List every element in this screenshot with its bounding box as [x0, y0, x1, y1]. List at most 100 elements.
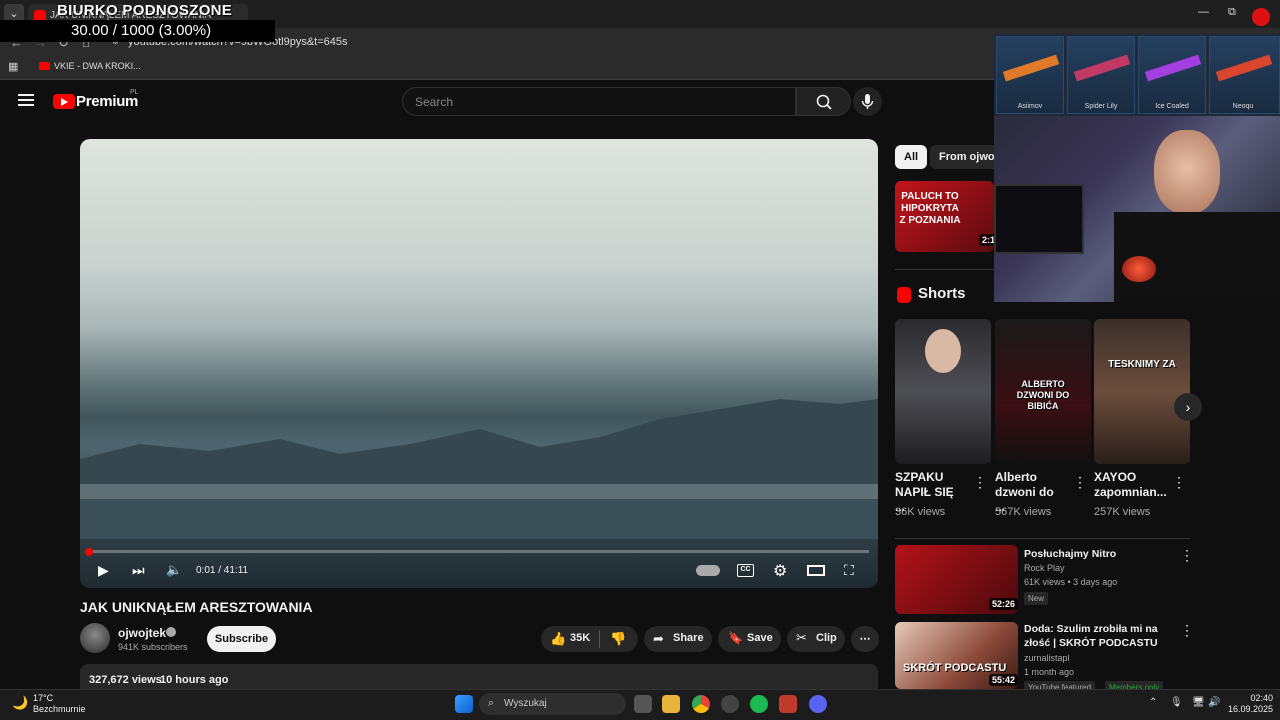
short-menu-icon[interactable]: ⋮: [1073, 474, 1087, 491]
thumbnail-caption: PALUCH TO HIPOKRYTA Z POZNANIA: [899, 191, 961, 226]
hamburger-menu-icon[interactable]: [18, 94, 34, 106]
start-windows-icon[interactable]: [455, 695, 473, 713]
recommendation-meta: 61K views • 3 days ago: [1024, 577, 1118, 587]
next-icon[interactable]: ⏭: [132, 562, 145, 579]
progress-bar[interactable]: [88, 550, 869, 553]
recommendation-menu-icon[interactable]: ⋮: [1180, 547, 1194, 564]
play-icon[interactable]: ▶: [98, 562, 109, 579]
search-icon: ⌕: [488, 697, 495, 709]
recommendation-channel[interactable]: zurnalistapl: [1024, 653, 1070, 663]
stream-goal-counter: 30.00 / 1000 (3.00%): [71, 22, 212, 39]
recommendation-meta: 1 month ago: [1024, 667, 1075, 677]
short-menu-icon[interactable]: ⋮: [973, 474, 987, 491]
chrome-icon[interactable]: [692, 695, 710, 713]
chip-all[interactable]: All: [895, 145, 928, 169]
clock-time[interactable]: 02:40: [1233, 693, 1273, 703]
streamer-webcam: [994, 116, 1280, 302]
share-label: Share: [673, 632, 704, 644]
like-divider: [599, 630, 600, 648]
short-caption: TESKNIMY ZA: [1108, 359, 1176, 370]
weather-temperature[interactable]: 17°C: [33, 693, 53, 703]
video-title: JAK UNIKNĄŁEM ARESZTOWANIA: [80, 599, 313, 615]
profile-avatar[interactable]: [1252, 8, 1270, 26]
voice-search-button[interactable]: [853, 87, 882, 116]
subtitles-icon[interactable]: CC: [737, 564, 754, 577]
save-label: Save: [747, 632, 773, 644]
dislike-icon[interactable]: 👎: [610, 631, 626, 647]
bookmark-item[interactable]: VKIE - DWA KROKI...: [54, 61, 141, 71]
recommendation-thumbnail[interactable]: 52:26: [895, 545, 1018, 614]
channel-name[interactable]: ojwojtek: [118, 626, 166, 640]
apps-grid-icon[interactable]: ▦: [8, 60, 18, 73]
recommendation-thumbnail[interactable]: PALUCH TO HIPOKRYTA Z POZNANIA 2:1: [895, 181, 994, 252]
skin-name: Ice Coaled: [1155, 103, 1189, 110]
short-title[interactable]: XAYOO zapomnian...: [1094, 470, 1167, 500]
video-duration: 2:1: [979, 234, 994, 246]
recommendation-title[interactable]: Posłuchajmy Nitro: [1024, 547, 1174, 561]
shorts-heading: Shorts: [918, 285, 966, 302]
short-thumbnail[interactable]: ALBERTO DZWONI DO BIBIĆA: [995, 319, 1091, 464]
bookmark-icon: 🔖: [728, 631, 743, 645]
task-view-icon[interactable]: [634, 695, 652, 713]
recommendation-channel[interactable]: Rock Play: [1024, 563, 1065, 573]
weather-moon-icon[interactable]: 🌙: [12, 695, 28, 711]
search-button[interactable]: [796, 87, 851, 116]
verified-icon: [166, 627, 176, 637]
discord-icon[interactable]: [809, 695, 827, 713]
network-icon[interactable]: 🖥: [1192, 697, 1205, 708]
time-display: 0:01 / 41:11: [196, 565, 249, 576]
short-menu-icon[interactable]: ⋮: [1172, 474, 1186, 491]
fullscreen-icon[interactable]: ⛶: [844, 562, 854, 579]
recommendation-thumbnail[interactable]: SKRÓT PODCASTU 55:42: [895, 622, 1018, 689]
thumbnail-caption: SKRÓT PODCASTU: [903, 662, 1007, 674]
video-player[interactable]: [80, 139, 878, 588]
app-icon[interactable]: [721, 695, 739, 713]
more-actions-button[interactable]: ⋯: [851, 626, 879, 652]
scissors-icon: ✂: [796, 630, 807, 645]
tray-chevron-icon[interactable]: ⌃: [1149, 697, 1157, 708]
autoplay-toggle[interactable]: [696, 565, 720, 576]
short-thumbnail[interactable]: TESKNIMY ZA: [1094, 319, 1190, 464]
chip-from-channel[interactable]: From ojwojt: [930, 145, 994, 169]
volume-icon[interactable]: 🔈: [166, 562, 182, 578]
rifle-skin-icon: [1002, 54, 1060, 82]
clock-date[interactable]: 16.09.2025: [1220, 704, 1273, 714]
progress-scrubber[interactable]: [85, 548, 93, 556]
short-thumbnail[interactable]: [895, 319, 991, 464]
share-icon: ➦: [653, 631, 664, 646]
spotify-icon[interactable]: [750, 695, 768, 713]
webcam-monitor: [994, 184, 1084, 254]
file-explorer-icon[interactable]: [662, 695, 680, 713]
volume-tray-icon[interactable]: 🔊: [1208, 697, 1220, 708]
like-icon[interactable]: 👍: [550, 631, 566, 647]
short-views: 36K views: [895, 506, 946, 518]
short-face: [925, 329, 961, 373]
settings-gear-icon[interactable]: ⚙: [773, 561, 787, 581]
like-count[interactable]: 35K: [570, 632, 590, 644]
skin-name: Spider Lily: [1084, 103, 1118, 110]
short-caption: ALBERTO DZWONI DO BIBIĆA: [1016, 379, 1070, 411]
short-views: 567K views: [995, 506, 1052, 518]
rifle-skin-icon: [1144, 54, 1202, 82]
channel-avatar[interactable]: [80, 623, 110, 653]
video-duration: 55:42: [989, 674, 1018, 686]
recommendation-menu-icon[interactable]: ⋮: [1180, 622, 1194, 639]
youtube-logo-icon[interactable]: [53, 94, 75, 109]
bookmark-youtube-icon: [39, 62, 50, 70]
recommendation-title[interactable]: Doda: Szulim zrobiła mi na złość | SKRÓT…: [1024, 622, 1174, 650]
shorts-next-chevron-icon[interactable]: ›: [1174, 393, 1202, 421]
webcam-face: [1154, 130, 1220, 214]
youtube-premium-brand[interactable]: Premium: [76, 93, 138, 110]
video-duration: 52:26: [989, 598, 1018, 610]
subscriber-count: 941K subscribers: [118, 642, 188, 652]
weather-condition[interactable]: Bezchmurnie: [33, 704, 86, 714]
microphone-tray-icon[interactable]: 🎙: [1170, 697, 1183, 708]
subscribe-button[interactable]: Subscribe: [207, 626, 276, 652]
theater-mode-icon[interactable]: [807, 565, 825, 576]
minimize-icon[interactable]: —: [1198, 6, 1209, 18]
voicemeeter-icon[interactable]: [779, 695, 797, 713]
search-input[interactable]: [402, 87, 796, 116]
taskbar-search-label: Wyszukaj: [504, 698, 547, 709]
maximize-icon[interactable]: ⧉: [1228, 6, 1236, 19]
taskbar-search[interactable]: [479, 693, 626, 715]
